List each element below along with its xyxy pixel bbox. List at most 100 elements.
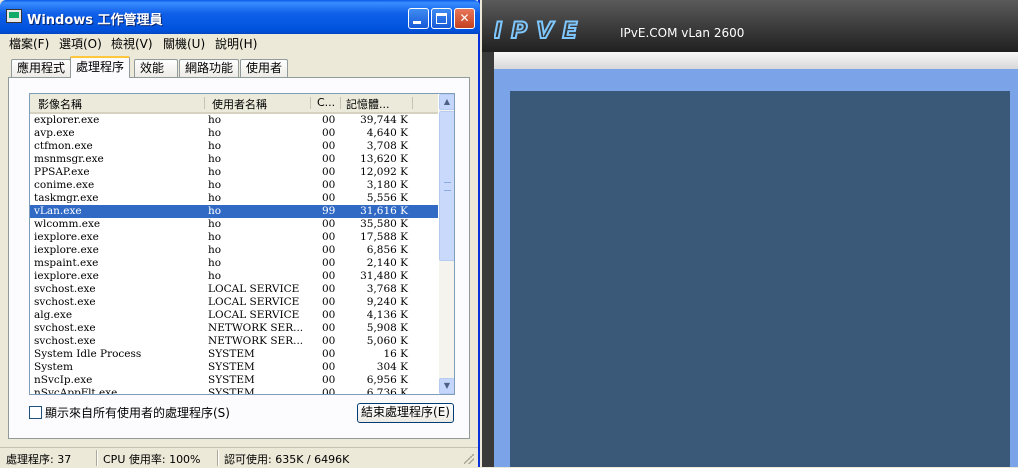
- process-name: conime.exe: [34, 179, 95, 191]
- process-name: PPSAP.exe: [34, 166, 90, 178]
- process-cpu: 00: [322, 348, 336, 360]
- table-row[interactable]: nSvcAppFlt.exe SYSTEM 00 6,736 K: [30, 387, 438, 395]
- vlan-content-area[interactable]: [510, 91, 1010, 467]
- end-process-button[interactable]: 結束處理程序(E): [357, 403, 454, 423]
- process-name: alg.exe: [34, 309, 73, 321]
- table-row[interactable]: nSvcIp.exe SYSTEM 00 6,956 K: [30, 374, 438, 387]
- vlan-header: IPVE IPvE.COM vLan 2600: [482, 0, 1018, 52]
- process-memory: 6,856 K: [366, 244, 408, 256]
- column-user-name[interactable]: 使用者名稱: [212, 96, 267, 112]
- tab-performance[interactable]: 效能: [134, 59, 178, 77]
- table-row[interactable]: alg.exe LOCAL SERVICE 00 4,136 K: [30, 309, 438, 322]
- column-divider[interactable]: [204, 97, 205, 109]
- process-cpu: 00: [322, 270, 336, 282]
- process-memory: 31,480 K: [360, 270, 408, 282]
- process-memory: 13,620 K: [360, 153, 408, 165]
- menu-options[interactable]: 選項(O): [59, 35, 102, 52]
- column-image-name[interactable]: 影像名稱: [38, 96, 82, 112]
- process-memory: 6,956 K: [366, 374, 408, 386]
- table-row[interactable]: iexplore.exe ho 00 6,856 K: [30, 244, 438, 257]
- table-row[interactable]: ctfmon.exe ho 00 3,708 K: [30, 140, 438, 153]
- column-memory[interactable]: 記憶體...: [346, 96, 390, 112]
- process-name: iexplore.exe: [34, 270, 99, 282]
- table-row[interactable]: iexplore.exe ho 00 17,588 K: [30, 231, 438, 244]
- process-name: ctfmon.exe: [34, 140, 93, 152]
- process-memory: 12,092 K: [360, 166, 408, 178]
- status-process-count: 處理程序: 37: [6, 453, 72, 466]
- table-row[interactable]: System Idle Process SYSTEM 00 16 K: [30, 348, 438, 361]
- process-cpu: 00: [322, 361, 336, 373]
- process-name: vLan.exe: [34, 205, 82, 217]
- table-row[interactable]: vLan.exe ho 99 31,616 K: [30, 205, 438, 218]
- table-row[interactable]: wlcomm.exe ho 00 35,580 K: [30, 218, 438, 231]
- scroll-down-button[interactable]: ▼: [439, 378, 454, 394]
- process-name: svchost.exe: [34, 283, 96, 295]
- process-memory: 304 K: [376, 361, 408, 373]
- tab-networking[interactable]: 網路功能: [179, 59, 240, 77]
- resize-grip-icon[interactable]: [464, 454, 474, 464]
- status-cpu-usage: CPU 使用率: 100%: [103, 453, 201, 466]
- vlan-toolbar-band: [494, 52, 1018, 69]
- column-divider[interactable]: [310, 97, 311, 109]
- menu-view[interactable]: 檢視(V): [111, 35, 153, 52]
- table-row[interactable]: svchost.exe NETWORK SER... 00 5,060 K: [30, 335, 438, 348]
- process-user: ho: [208, 205, 222, 217]
- menu-help[interactable]: 說明(H): [215, 35, 257, 52]
- menu-bar: 檔案(F) 選項(O) 檢視(V) 關機(U) 說明(H): [0, 34, 478, 52]
- table-row[interactable]: conime.exe ho 00 3,180 K: [30, 179, 438, 192]
- table-row[interactable]: svchost.exe NETWORK SER... 00 5,908 K: [30, 322, 438, 335]
- table-row[interactable]: taskmgr.exe ho 00 5,556 K: [30, 192, 438, 205]
- minimize-button[interactable]: [408, 8, 429, 29]
- vertical-scrollbar[interactable]: ▲ ▼: [439, 94, 454, 394]
- process-cpu: 00: [322, 244, 336, 256]
- process-cpu: 00: [322, 257, 336, 269]
- table-row[interactable]: svchost.exe LOCAL SERVICE 00 3,768 K: [30, 283, 438, 296]
- process-memory: 6,736 K: [366, 387, 408, 395]
- table-row[interactable]: System SYSTEM 00 304 K: [30, 361, 438, 374]
- scroll-up-button[interactable]: ▲: [439, 94, 454, 110]
- arrow-up-icon: ▲: [443, 97, 451, 106]
- grip-icon: [444, 182, 451, 191]
- title-bar[interactable]: Windows 工作管理員 ✕: [0, 0, 480, 34]
- scroll-thumb[interactable]: [439, 111, 454, 261]
- close-button[interactable]: ✕: [454, 8, 475, 29]
- process-user: ho: [208, 244, 222, 256]
- process-cpu: 00: [322, 153, 336, 165]
- process-memory: 3,180 K: [366, 179, 408, 191]
- tab-processes[interactable]: 處理程序: [70, 56, 131, 78]
- table-row[interactable]: iexplore.exe ho 00 31,480 K: [30, 270, 438, 283]
- process-cpu: 00: [322, 283, 336, 295]
- checkbox-box[interactable]: [29, 406, 42, 419]
- process-memory: 4,640 K: [366, 127, 408, 139]
- process-name: System: [34, 361, 73, 373]
- table-row[interactable]: explorer.exe ho 00 39,744 K: [30, 114, 438, 127]
- tab-users[interactable]: 使用者: [240, 59, 289, 77]
- table-row[interactable]: avp.exe ho 00 4,640 K: [30, 127, 438, 140]
- menu-shutdown[interactable]: 關機(U): [163, 35, 205, 52]
- column-divider[interactable]: [412, 97, 413, 109]
- table-row[interactable]: mspaint.exe ho 00 2,140 K: [30, 257, 438, 270]
- vlan-app-window: IPVE IPvE.COM vLan 2600: [482, 0, 1018, 467]
- process-name: svchost.exe: [34, 335, 96, 347]
- table-row[interactable]: PPSAP.exe ho 00 12,092 K: [30, 166, 438, 179]
- menu-file[interactable]: 檔案(F): [9, 35, 49, 52]
- process-user: ho: [208, 218, 222, 230]
- table-row[interactable]: msnmsgr.exe ho 00 13,620 K: [30, 153, 438, 166]
- process-user: ho: [208, 270, 222, 282]
- column-cpu[interactable]: C...: [317, 96, 335, 109]
- process-name: iexplore.exe: [34, 231, 99, 243]
- task-manager-icon: [6, 9, 22, 23]
- logo-text: IPVE: [494, 19, 586, 41]
- process-memory: 2,140 K: [366, 257, 408, 269]
- process-user: SYSTEM: [208, 348, 255, 360]
- show-all-users-checkbox[interactable]: 顯示來自所有使用者的處理程序(S): [29, 404, 230, 420]
- process-user: ho: [208, 140, 222, 152]
- tab-applications[interactable]: 應用程式: [11, 59, 72, 77]
- vlan-app-title: IPvE.COM vLan 2600: [620, 26, 745, 40]
- process-cpu: 00: [322, 322, 336, 334]
- process-cpu: 00: [322, 114, 336, 126]
- table-row[interactable]: svchost.exe LOCAL SERVICE 00 9,240 K: [30, 296, 438, 309]
- maximize-button[interactable]: [431, 8, 452, 29]
- process-list[interactable]: 影像名稱 使用者名稱 C... 記憶體... explorer.exe ho 00 3…: [29, 93, 455, 395]
- column-divider[interactable]: [340, 97, 341, 109]
